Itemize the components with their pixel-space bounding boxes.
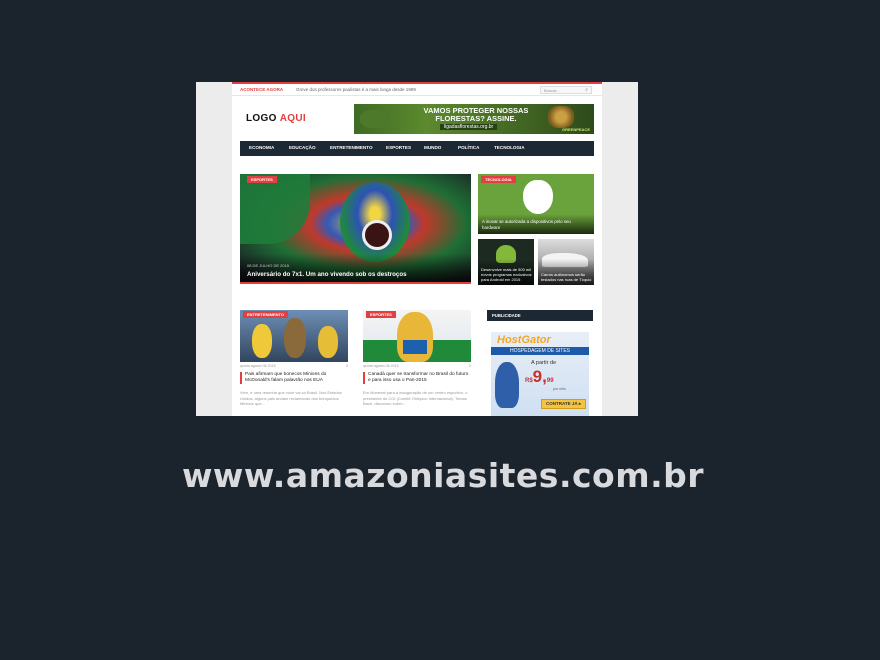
card-tag[interactable]: ENTRETENIMENTO [243,311,289,318]
logo-accent: AQUI [279,113,306,124]
nav-item-economia[interactable]: ECONOMIA [249,145,274,150]
breaking-label: ACONTECE AGORA [240,87,284,92]
card-comment-count[interactable]: 0 [469,364,471,368]
nav-item-mundo[interactable]: MUNDO [424,145,441,150]
nav-item-educacao[interactable]: EDUCAÇÃO [289,145,316,150]
side-top-tag[interactable]: TECNOLOGIA [481,176,516,183]
featured-overlay [240,254,471,284]
ad-price-main: 9, [532,367,547,386]
header-banner-ad[interactable]: VAMOS PROTEGER NOSSAS FLORESTAS? ASSINE.… [354,104,594,134]
featured-mouth-image [362,220,392,250]
nav-item-politica[interactable]: POLÍTICA [458,145,479,150]
card-tag[interactable]: ESPORTES [366,311,396,318]
search-icon[interactable]: ⌕ [585,87,588,93]
ad-price: R$9,99 [525,367,554,387]
side-story-small-1[interactable]: Desenvolve mais de 500 mil novos program… [478,239,534,285]
ad-cta-button[interactable]: CONTRATE JÁ ▸ [541,399,587,409]
card-date: quinta agosto 06 2015 [363,364,399,368]
ad-per-month: por mês [553,387,566,391]
side-story-small-2[interactable]: Carros autônomos serão testados nas ruas… [538,239,594,285]
banner-title: VAMOS PROTEGER NOSSAS FLORESTAS? ASSINE. [423,106,529,123]
apple-logo-icon [523,180,553,214]
card-excerpt: Vem, é uma resenha que você vai só Brasi… [240,390,342,406]
featured-date: 08 DE JULHO DE 2015 [247,263,290,268]
banner-brand: GREENPEACE [561,127,590,132]
gator-mascot-image [495,362,519,408]
side-small-title[interactable]: Carros autônomos serão testados nas ruas… [541,272,593,282]
main-nav: ECONOMIA EDUCAÇÃO ENTRETENIMENTO ESPORTE… [240,141,594,156]
ad-from: A partir de [531,360,557,366]
banner-url: ligadasflorestas.org.br [440,124,498,130]
featured-title[interactable]: Aniversário do 7x1. Um ano vivendo sob o… [247,271,407,278]
card-meta: quinta agosto 06 2015 0 [240,364,348,368]
card-date: quinta agosto 06 2015 [240,364,276,368]
card-excerpt: Em Montreal para a inauguração de um cen… [363,390,468,406]
top-bar: ACONTECE AGORA Greve dos professores pau… [232,82,602,96]
featured-story[interactable]: ESPORTES 08 DE JULHO DE 2015 Aniversário… [240,174,471,284]
featured-progress-bar [240,282,471,284]
ad-currency: R$ [525,378,533,384]
nav-item-tecnologia[interactable]: TECNOLOGIA [494,145,525,150]
search-input[interactable]: Buscar... ⌕ [540,86,592,94]
ad-price-cents: 99 [546,378,554,384]
ad-subtitle: HOSPEDAGEM DE SITES [491,347,589,355]
logo-main: LOGO [246,113,277,124]
website-screenshot: ACONTECE AGORA Greve dos professores pau… [196,82,638,416]
news-ticker[interactable]: Greve dos professores paulistas é a mais… [296,87,416,92]
website-page: ACONTECE AGORA Greve dos professores pau… [232,82,602,416]
nav-item-esportes[interactable]: ESPORTES [386,145,411,150]
footer-url: www.amazoniasites.com.br [181,456,705,495]
banner-frog-image [360,110,388,128]
card-title[interactable]: Pais afirmam que bonecos Minions do McDo… [240,372,348,384]
card-meta: quinta agosto 06 2015 0 [363,364,471,368]
ad-brand: HostGator [497,334,551,346]
sidebar-heading-label: PUBLICIDADE [492,313,521,318]
sidebar-heading: PUBLICIDADE [487,310,593,321]
hosting-ad[interactable]: HostGator HOSPEDAGEM DE SITES A partir d… [491,332,589,416]
side-story-top[interactable]: TECNOLOGIA A inovar se autorizada a disp… [478,174,594,234]
card-comment-count[interactable]: 0 [346,364,348,368]
side-top-title[interactable]: A inovar se autorizada a dispositivos pe… [482,219,590,230]
search-placeholder: Buscar... [544,88,560,93]
banner-jaguar-image [548,106,574,128]
site-logo[interactable]: LOGO AQUI [246,113,306,124]
featured-flag-image [240,174,310,244]
card-title[interactable]: Canadá quer se transformar no Brasil do … [363,372,471,384]
side-small-title[interactable]: Desenvolve mais de 500 mil novos program… [481,267,533,282]
nav-item-entretenimento[interactable]: ENTRETENIMENTO [330,145,373,150]
featured-tag[interactable]: ESPORTES [247,176,277,183]
